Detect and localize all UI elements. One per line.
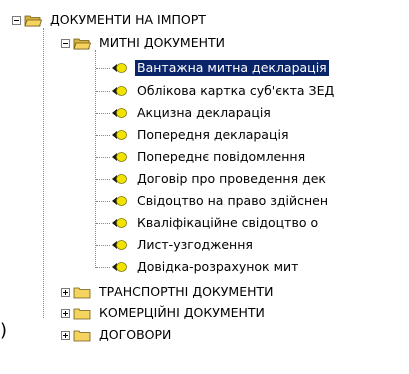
collapse-icon[interactable] [61, 38, 70, 48]
document-leaf-icon [112, 196, 127, 206]
tree-leaf-right-certificate[interactable]: Свідоцтво на право здійснен [111, 192, 330, 210]
tree-connector [96, 201, 110, 202]
tree-connector [96, 91, 110, 92]
tree-node-commercial-documents[interactable]: КОМЕРЦІЙНІ ДОКУМЕНТИ [61, 304, 267, 322]
collapse-icon[interactable] [12, 15, 21, 25]
edge-parenthesis: ) [0, 320, 8, 341]
tree-connector [96, 157, 110, 158]
document-leaf-icon [112, 218, 127, 228]
document-leaf-icon [112, 86, 127, 96]
tree-leaf-preliminary-declaration[interactable]: Попередня декларація [111, 126, 290, 144]
document-leaf-icon [112, 262, 127, 272]
tree-leaf-preliminary-notice[interactable]: Попереднє повідомлення [111, 148, 307, 166]
tree-leaf-label: Вантажна митна декларація [135, 60, 329, 76]
tree-node-label: ТРАНСПОРТНІ ДОКУМЕНТИ [99, 284, 274, 299]
tree-connector [96, 179, 110, 180]
tree-node-label: КОМЕРЦІЙНІ ДОКУМЕНТИ [99, 305, 265, 320]
tree-leaf-label: Договір про проведення дек [137, 171, 326, 186]
tree-leaf-label: Довідка-розрахунок мит [137, 259, 299, 274]
tree-connector [96, 223, 110, 224]
folder-icon [73, 308, 91, 319]
open-folder-icon [24, 15, 42, 26]
document-leaf-icon [112, 152, 127, 162]
tree-leaf-duty-calculation[interactable]: Довідка-розрахунок мит [111, 258, 300, 276]
tree-node-contracts[interactable]: ДОГОВОРИ [61, 326, 173, 344]
tree-node-import-documents[interactable]: ДОКУМЕНТИ НА ІМПОРТ [12, 11, 208, 29]
tree-node-label: ДОКУМЕНТИ НА ІМПОРТ [50, 12, 206, 27]
expand-icon[interactable] [61, 287, 70, 297]
tree-leaf-declaration-agreement[interactable]: Договір про проведення дек [111, 170, 328, 188]
tree-leaf-approval-letter[interactable]: Лист-узгодження [111, 236, 255, 254]
folder-icon [73, 287, 91, 298]
tree-leaf-label: Попереднє повідомлення [137, 149, 306, 164]
folder-icon [73, 330, 91, 341]
document-leaf-icon [112, 108, 127, 118]
tree-connector [96, 68, 110, 69]
document-tree: ДОКУМЕНТИ НА ІМПОРТ МИТНІ ДОКУМЕНТИ Вант… [0, 0, 409, 374]
tree-node-label: ДОГОВОРИ [99, 327, 172, 342]
tree-connector [95, 50, 96, 268]
expand-icon[interactable] [61, 308, 70, 318]
document-leaf-icon [112, 63, 127, 73]
tree-connector [96, 267, 110, 268]
tree-node-customs-documents[interactable]: МИТНІ ДОКУМЕНТИ [61, 34, 227, 52]
tree-leaf-label: Свідоцтво на право здійснен [137, 193, 328, 208]
tree-leaf-registration-card[interactable]: Облікова картка суб'єкта ЗЕД [111, 82, 336, 100]
document-leaf-icon [112, 174, 127, 184]
tree-leaf-label: Облікова картка суб'єкта ЗЕД [137, 83, 335, 98]
tree-leaf-label: Попередня декларація [137, 127, 289, 142]
open-folder-icon [73, 38, 91, 49]
tree-leaf-excise-declaration[interactable]: Акцизна декларація [111, 104, 273, 122]
tree-node-transport-documents[interactable]: ТРАНСПОРТНІ ДОКУМЕНТИ [61, 283, 276, 301]
tree-connector [96, 113, 110, 114]
tree-leaf-label: Акцизна декларація [137, 105, 271, 120]
page-curl-overlay [314, 232, 409, 374]
tree-connector [96, 245, 110, 246]
tree-connector [43, 28, 44, 318]
tree-leaf-qualification-certificate[interactable]: Кваліфікаційне свідоцтво о [111, 214, 320, 232]
expand-icon[interactable] [61, 330, 70, 340]
document-leaf-icon [112, 240, 127, 250]
tree-node-label: МИТНІ ДОКУМЕНТИ [99, 35, 225, 50]
tree-leaf-label: Лист-узгодження [137, 237, 253, 252]
document-leaf-icon [112, 130, 127, 140]
tree-leaf-cargo-customs-declaration[interactable]: Вантажна митна декларація [111, 59, 329, 77]
tree-connector [96, 135, 110, 136]
tree-leaf-label: Кваліфікаційне свідоцтво о [137, 215, 319, 230]
